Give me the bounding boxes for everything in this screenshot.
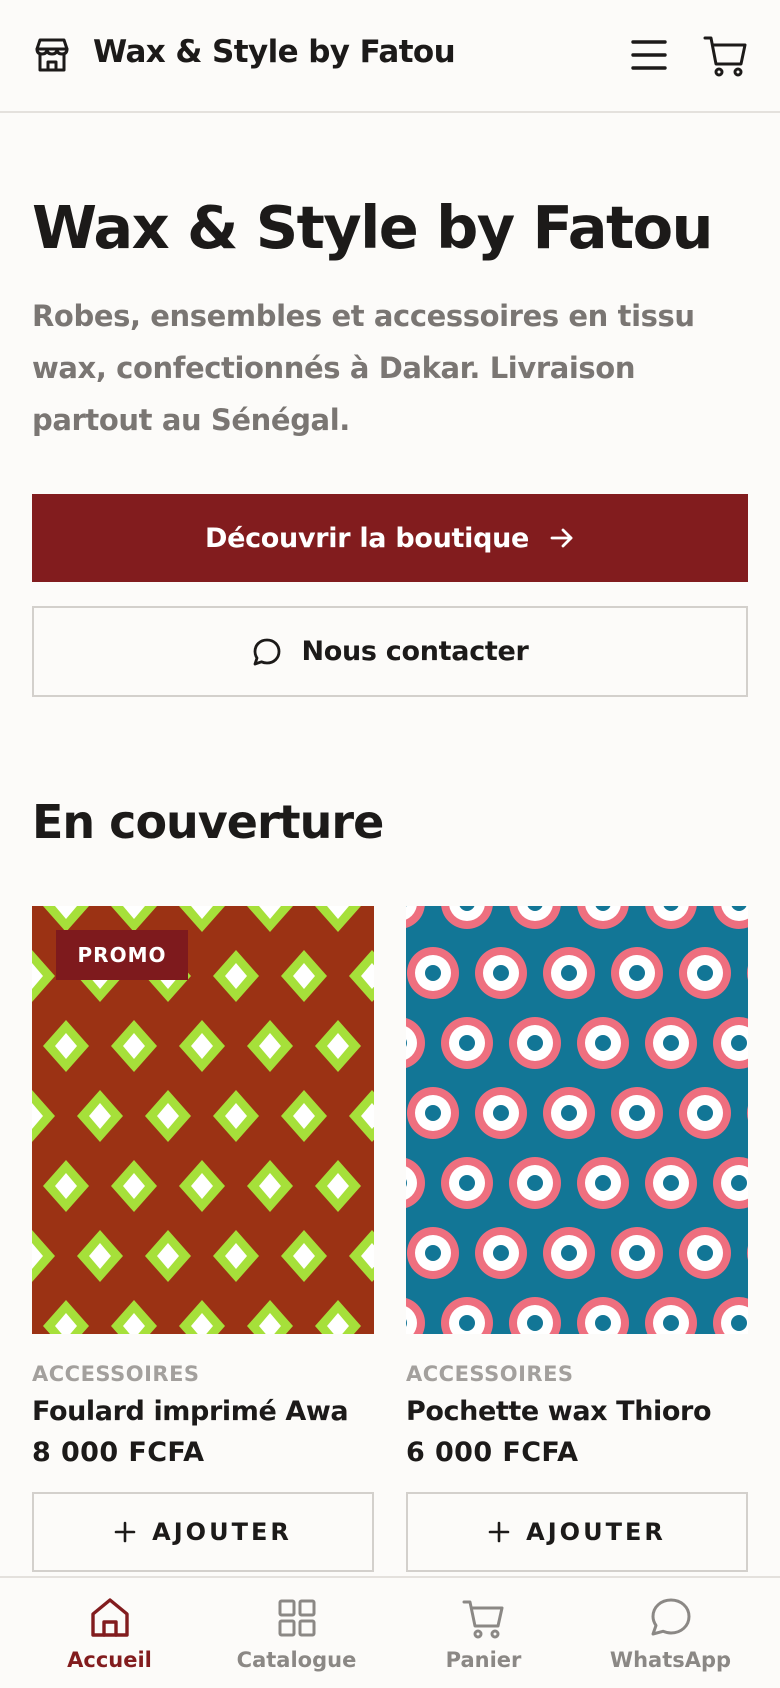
pattern-ring: [577, 1017, 629, 1069]
pattern-ring: [509, 1157, 561, 1209]
pattern-ring: [441, 1017, 493, 1069]
hero-subtitle: Robes, ensembles et accessoires en tissu…: [32, 299, 695, 437]
plus-icon: [114, 1521, 136, 1543]
pattern-ring: [611, 1087, 663, 1139]
pattern-ring: [611, 1227, 663, 1279]
home-icon: [90, 1598, 129, 1637]
store-icon[interactable]: [32, 35, 72, 75]
discover-shop-label: Découvrir la boutique: [204, 522, 530, 554]
add-to-cart-button[interactable]: AJOUTER: [406, 1492, 748, 1572]
chat-icon: [651, 1598, 690, 1636]
pattern-ring: [543, 947, 595, 999]
contact-button[interactable]: Nous contacter: [32, 606, 748, 697]
add-to-cart-button[interactable]: AJOUTER: [32, 1492, 374, 1572]
contact-label: Nous contacter: [301, 636, 529, 667]
tab-accueil[interactable]: Accueil: [12, 1578, 207, 1688]
featured-section-title: En couverture: [32, 795, 384, 849]
tab-label: Panier: [445, 1648, 522, 1672]
product-image[interactable]: [406, 906, 748, 1334]
pattern-ring: [679, 1087, 731, 1139]
menu-icon[interactable]: [630, 38, 668, 72]
pattern-ring: [475, 1227, 527, 1279]
bottom-tab-bar: Accueil Catalogue Panier WhatsApp: [0, 1576, 780, 1688]
tab-label: Catalogue: [236, 1648, 357, 1672]
top-header: Wax & Style by Fatou: [0, 0, 780, 113]
pattern-ring: [645, 1017, 697, 1069]
pattern-ring: [509, 1017, 561, 1069]
pattern-ring: [407, 1227, 459, 1279]
product-category: ACCESSOIRES: [32, 1362, 200, 1386]
promo-badge: PROMO: [56, 930, 188, 980]
discover-shop-button[interactable]: Découvrir la boutique: [32, 494, 748, 582]
product-price: 8 000 FCFA: [32, 1437, 205, 1468]
pattern-ring: [679, 1227, 731, 1279]
tab-label: WhatsApp: [609, 1648, 732, 1672]
product-name[interactable]: Pochette wax Thioro: [406, 1396, 748, 1427]
pattern-ring: [645, 1157, 697, 1209]
product-category: ACCESSOIRES: [406, 1362, 574, 1386]
add-to-cart-label: AJOUTER: [526, 1518, 666, 1546]
product-name[interactable]: Foulard imprimé Awa: [32, 1396, 374, 1427]
pattern-ring: [577, 1157, 629, 1209]
cart-icon: [462, 1600, 503, 1639]
add-to-cart-label: AJOUTER: [152, 1518, 292, 1546]
chat-bubble-icon: [254, 638, 281, 665]
product-card: PROMO ACCESSOIRES Foulard imprimé Awa 8 …: [32, 906, 374, 1572]
pattern-ring: [679, 947, 731, 999]
tab-catalogue[interactable]: Catalogue: [199, 1578, 394, 1688]
product-price: 6 000 FCFA: [406, 1437, 579, 1468]
arrow-right-icon: [550, 528, 573, 548]
grid-icon: [278, 1599, 315, 1637]
pattern-ring: [475, 947, 527, 999]
tab-whatsapp[interactable]: WhatsApp: [573, 1578, 768, 1688]
pattern-ring: [543, 1087, 595, 1139]
pattern-ring: [611, 947, 663, 999]
pattern-ring: [441, 1157, 493, 1209]
pattern-ring: [475, 1087, 527, 1139]
product-card: ACCESSOIRES Pochette wax Thioro 6 000 FC…: [406, 906, 748, 1572]
pattern-ring: [543, 1227, 595, 1279]
tab-label: Accueil: [67, 1648, 152, 1672]
cart-icon[interactable]: [703, 34, 747, 78]
plus-icon: [488, 1521, 510, 1543]
tab-panier[interactable]: Panier: [386, 1578, 581, 1688]
brand-name[interactable]: Wax & Style by Fatou: [93, 34, 456, 70]
pattern-ring: [407, 1087, 459, 1139]
hero-title: Wax & Style by Fatou: [32, 193, 714, 262]
pattern-ring: [407, 947, 459, 999]
